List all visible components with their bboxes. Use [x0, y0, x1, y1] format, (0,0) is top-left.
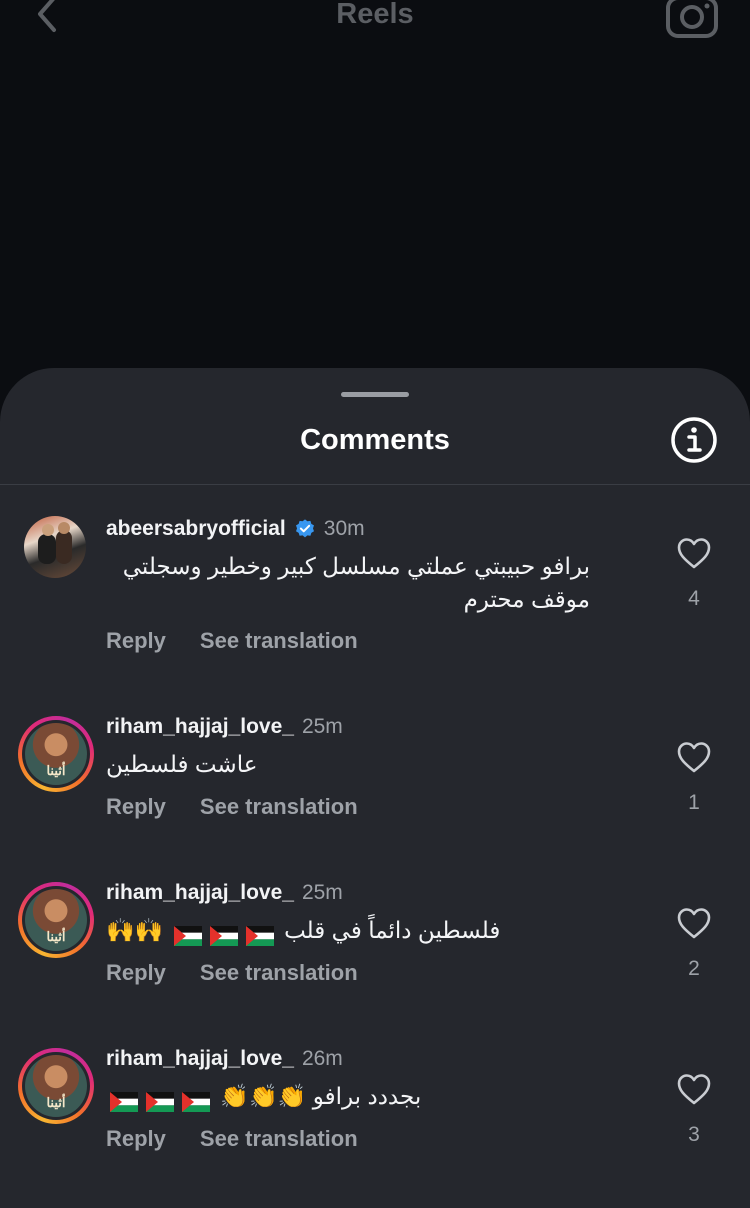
avatar[interactable]: أثينا	[18, 716, 94, 792]
comments-sheet: Comments abeersabryofficial 30m برافو حب…	[0, 368, 750, 1208]
comment-text-line: موقف محترم	[463, 586, 590, 612]
avatar[interactable]: أثينا	[18, 1048, 94, 1124]
comment-time: 25m	[301, 881, 343, 904]
drag-handle[interactable]	[341, 392, 409, 397]
comments-title: Comments	[300, 424, 450, 456]
see-translation-button[interactable]: See translation	[200, 794, 358, 820]
heart-icon[interactable]	[676, 906, 712, 940]
comment-text: عاشت فلسطين	[106, 751, 258, 777]
palestine-flag-icon	[182, 1088, 210, 1112]
header-divider	[0, 484, 750, 485]
avatar[interactable]	[18, 514, 94, 590]
heart-icon[interactable]	[676, 536, 712, 570]
camera-icon	[666, 0, 718, 38]
reels-header: Reels	[0, 0, 750, 40]
see-translation-button[interactable]: See translation	[200, 1126, 358, 1152]
like-count: 3	[688, 1123, 700, 1146]
comment-text: برافو حبيبتي عملتي مسلسل كبير وخطير وسجل…	[106, 550, 590, 616]
avatar-caption: أثينا	[46, 929, 66, 944]
palestine-flag-icon	[110, 1088, 138, 1112]
comment-text: 👏👏👏 بجددد برافو	[106, 1080, 421, 1113]
avatar[interactable]: أثينا	[18, 882, 94, 958]
comment-username[interactable]: abeersabryofficial	[106, 517, 286, 541]
like-count: 2	[688, 957, 700, 980]
comment-username[interactable]: riham_hajjaj_love_	[106, 1047, 294, 1071]
comment-username[interactable]: riham_hajjaj_love_	[106, 715, 294, 739]
like-count: 4	[688, 587, 700, 610]
comment-username[interactable]: riham_hajjaj_love_	[106, 881, 294, 905]
camera-button[interactable]	[664, 0, 720, 40]
avatar-caption: أثينا	[46, 763, 66, 778]
page-title: Reels	[336, 0, 414, 30]
palestine-flag-icon	[245, 922, 274, 946]
heart-icon[interactable]	[676, 1072, 712, 1106]
avatar-caption: أثينا	[46, 1095, 66, 1110]
comment-time: 26m	[301, 1047, 343, 1070]
see-translation-button[interactable]: See translation	[200, 960, 358, 986]
comment-text-line: برافو حبيبتي عملتي مسلسل كبير وخطير وسجل…	[122, 553, 590, 579]
info-icon	[671, 417, 717, 463]
reply-button[interactable]: Reply	[106, 1126, 166, 1152]
comment-text: 🙌🙌 فلسطين دائماً في قلب	[106, 914, 500, 947]
see-translation-button[interactable]: See translation	[200, 628, 358, 654]
emoji-text: 🙌🙌	[106, 917, 164, 943]
emoji-text: 👏👏👏	[220, 1083, 307, 1109]
reply-button[interactable]: Reply	[106, 960, 166, 986]
reply-button[interactable]: Reply	[106, 794, 166, 820]
comment-time: 30m	[323, 517, 365, 540]
like-count: 1	[688, 791, 700, 814]
info-button[interactable]	[670, 416, 718, 464]
palestine-flag-icon	[209, 922, 238, 946]
reply-button[interactable]: Reply	[106, 628, 166, 654]
palestine-flag-icon	[173, 922, 202, 946]
comment-time: 25m	[301, 715, 343, 738]
palestine-flag-icon	[146, 1088, 174, 1112]
heart-icon[interactable]	[676, 740, 712, 774]
verified-badge-icon	[295, 519, 314, 538]
comment-text-line: فلسطين دائماً في قلب	[284, 917, 501, 943]
comment-text-line: بجددد برافو	[312, 1083, 422, 1109]
